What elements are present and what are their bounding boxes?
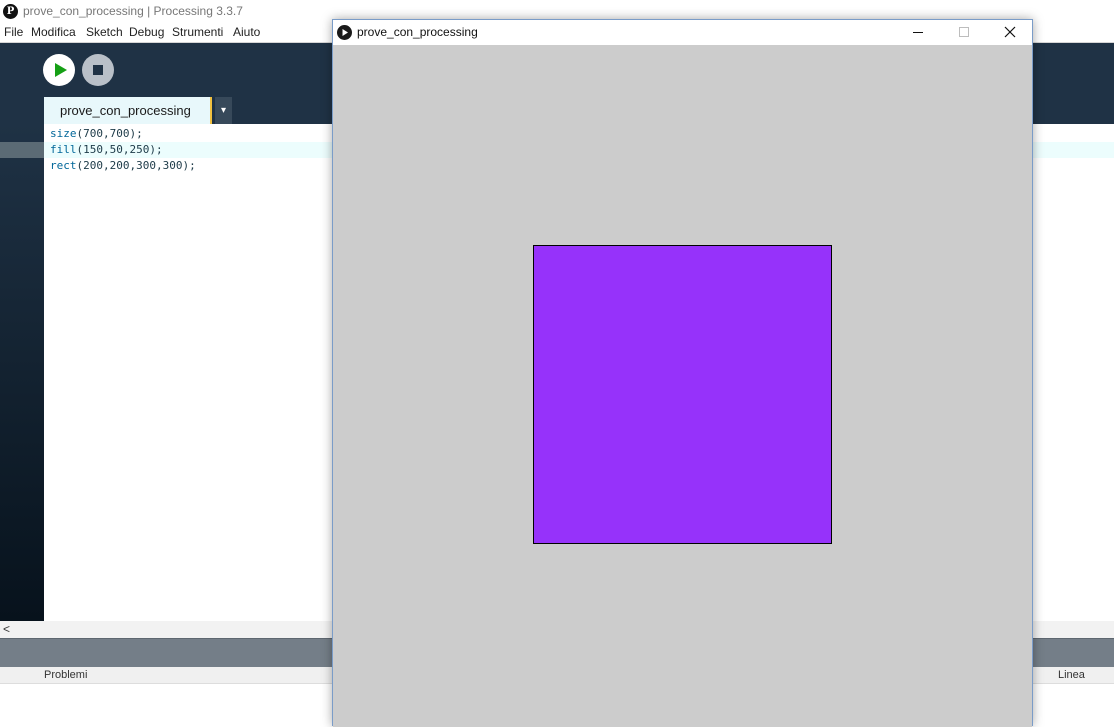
stop-button[interactable]	[82, 54, 114, 86]
sketch-window-title: prove_con_processing	[357, 25, 478, 39]
ide-window-title: prove_con_processing | Processing 3.3.7	[23, 4, 243, 18]
menu-sketch[interactable]: Sketch	[86, 25, 123, 39]
drawn-rectangle	[532, 244, 833, 545]
line-number-gutter	[0, 124, 44, 621]
code-line-1[interactable]: size(700,700);	[50, 126, 143, 142]
code-function: fill	[50, 143, 77, 156]
menu-file[interactable]: File	[4, 25, 23, 39]
sketch-window: prove_con_processing	[332, 19, 1033, 727]
minimize-button[interactable]	[895, 20, 941, 45]
processing-logo-icon: P	[3, 4, 18, 19]
sketch-canvas[interactable]	[333, 45, 1032, 727]
minimize-icon	[913, 32, 923, 33]
processing-app-icon	[337, 25, 352, 40]
menu-aiuto[interactable]: Aiuto	[233, 25, 260, 39]
menu-strumenti[interactable]: Strumenti	[172, 25, 223, 39]
sketch-title-bar[interactable]: prove_con_processing	[333, 20, 1032, 45]
code-args: (700,700);	[76, 127, 143, 140]
code-args: (200,200,300,300);	[76, 159, 196, 172]
maximize-icon	[959, 27, 969, 37]
scroll-left-icon[interactable]: <	[3, 621, 10, 638]
play-icon	[55, 63, 67, 77]
code-line-3[interactable]: rect(200,200,300,300);	[50, 158, 196, 174]
code-function: rect	[50, 159, 77, 172]
tab-sketch[interactable]: prove_con_processing	[44, 97, 212, 124]
menu-debug[interactable]: Debug	[129, 25, 164, 39]
stop-icon	[93, 65, 103, 75]
column-header-line: Linea	[1058, 669, 1085, 681]
code-line-2[interactable]: fill(150,50,250);	[50, 142, 163, 158]
close-button[interactable]	[987, 20, 1033, 45]
tab-problems[interactable]: Problemi	[44, 667, 87, 683]
maximize-button[interactable]	[941, 20, 987, 45]
code-function: size	[50, 127, 77, 140]
run-button[interactable]	[43, 54, 75, 86]
tab-menu-button[interactable]: ▾	[215, 97, 232, 124]
current-line-gutter-highlight	[0, 142, 44, 158]
code-args: (150,50,250);	[76, 143, 163, 156]
menu-modifica[interactable]: Modifica	[31, 25, 76, 39]
close-icon	[1004, 26, 1016, 38]
